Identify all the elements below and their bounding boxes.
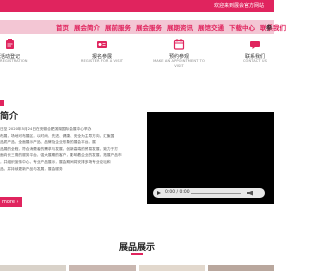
- tile-register-visit[interactable]: 报名参展 REGISTER FOR A VISIT: [72, 36, 132, 76]
- volume-icon[interactable]: [247, 190, 253, 196]
- gallery-item[interactable]: [69, 265, 136, 271]
- gallery-item[interactable]: [138, 265, 205, 271]
- products-title-underline: [131, 253, 143, 255]
- nav-item-service[interactable]: 展会服务: [136, 22, 162, 32]
- gallery-item[interactable]: [0, 265, 67, 271]
- tile-sub: REGISTRATION: [0, 59, 28, 63]
- nav-item-news[interactable]: 展期资讯: [167, 22, 193, 32]
- tile-contact[interactable]: 联系我们 CONTACT US: [236, 36, 274, 76]
- products-title: 展品展示: [118, 243, 155, 253]
- id-card-icon: [97, 41, 107, 48]
- nav-item-downloads[interactable]: 下载中心: [229, 22, 255, 32]
- nav-item-traffic[interactable]: 展馆交通: [198, 22, 224, 32]
- gallery-item[interactable]: [207, 265, 274, 271]
- tile-sub: CONTACT US: [242, 59, 268, 63]
- intro-line: ，并组织宣传中心，专业产品展示，展会期间将安排多场专业论坛和: [0, 159, 111, 164]
- more-button[interactable]: more ›: [0, 197, 22, 207]
- intro-line: 日至 2020年5月24日在安徽合肥滨湖国际会展中心举办: [0, 127, 92, 131]
- video-progress[interactable]: [191, 192, 241, 194]
- nav-item-pre-service[interactable]: 展前服务: [105, 22, 131, 32]
- intro-line: 布展，场地可布展区，以时尚、先进、健康、安全为主导方向，汇聚国: [0, 133, 115, 138]
- intro-text: 日至 2020年5月24日在安徽合肥滨湖国际会展中心举办 布展，场地可布展区，以…: [0, 126, 142, 172]
- nav-right-button[interactable]: 参: [266, 23, 272, 32]
- section-accent: [0, 100, 4, 106]
- product-gallery: [0, 265, 274, 271]
- calendar-icon: [173, 39, 185, 50]
- more-label: more: [2, 199, 15, 205]
- video-controls: 0:00 / 0:00: [153, 188, 265, 198]
- nav-item-contact[interactable]: 联系我们: [260, 22, 286, 32]
- quick-links: 活动登记 REGISTRATION 报名参展 REGISTER FOR A VI…: [0, 36, 274, 76]
- chat-icon: [250, 41, 260, 49]
- intro-line: 品，并持续更新产品与发展，展会服务: [0, 166, 63, 171]
- nav-item-about[interactable]: 展会简介: [74, 22, 100, 32]
- top-bar-text: 欢迎来到展会官方网站: [213, 3, 264, 9]
- play-icon[interactable]: [157, 190, 161, 195]
- tile-appointment[interactable]: 预约参观 MAKE AN APPOINTMENT TO VISIT: [146, 36, 212, 76]
- intro-line: 品展的全程，符合消费者的需求与发展，创新高端的贸易发展，致力于打: [0, 146, 118, 151]
- registration-icon: [6, 39, 14, 49]
- intro-line: 品质产品，全面展示产品、品牌及企业形象的展会平台。展: [0, 140, 96, 145]
- intro-line: 面向长三角的服务平台，强大展期的客户，影响着企业的发展，拓展产品市: [0, 153, 122, 158]
- video-time: 0:00 / 0:00: [165, 190, 190, 195]
- tile-registration[interactable]: 活动登记 REGISTRATION: [0, 36, 40, 76]
- tile-sub: REGISTER FOR A VISIT: [80, 59, 124, 63]
- tile-sub-line2: VISIT: [174, 64, 184, 68]
- main-nav: 首页 展会简介 展前服务 展会服务 展期资讯 展馆交通 下载中心 联系我们 参: [0, 20, 286, 34]
- nav-item-home[interactable]: 首页: [56, 22, 69, 32]
- top-bar: 欢迎来到展会官方网站: [0, 0, 274, 12]
- intro-title: 简介: [0, 112, 19, 122]
